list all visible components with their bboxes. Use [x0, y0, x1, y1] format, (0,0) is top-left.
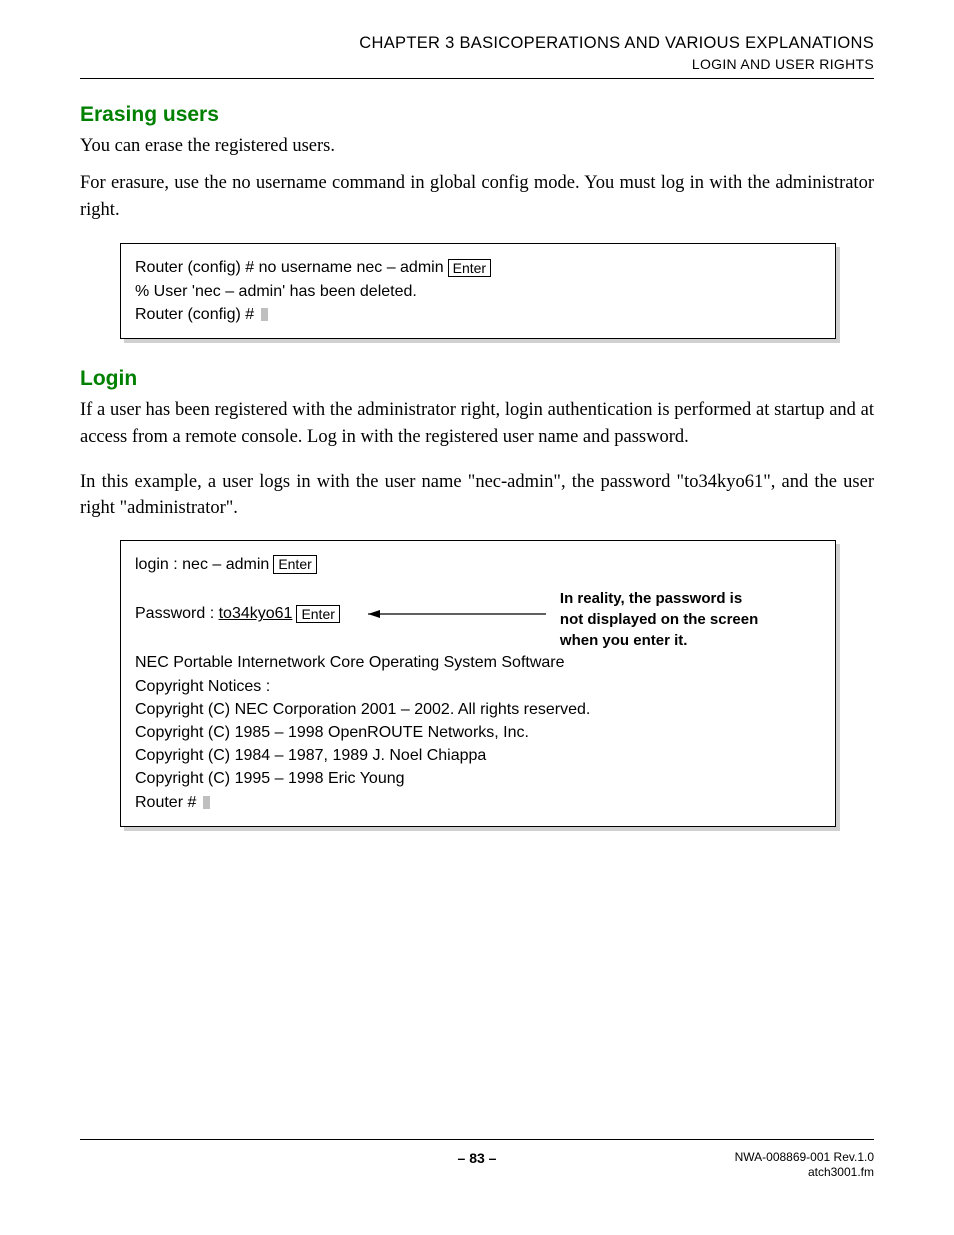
- para-erase-1: You can erase the registered users.: [80, 133, 874, 160]
- code-line: Copyright Notices :: [135, 675, 821, 698]
- annot-line: In reality, the password is: [560, 588, 758, 609]
- code-text: login : nec – admin: [135, 553, 269, 576]
- code-text: Password :: [135, 602, 219, 625]
- code-text: Copyright (C) 1984 – 1987, 1989 J. Noel …: [135, 744, 486, 767]
- section-label: LOGIN AND USER RIGHTS: [80, 56, 874, 72]
- page-number: – 83 –: [240, 1150, 714, 1181]
- codebox-content: Router (config) # no username nec – admi…: [120, 243, 836, 339]
- heading-erasing-users: Erasing users: [80, 103, 874, 127]
- code-line: NEC Portable Internetwork Core Operating…: [135, 651, 821, 674]
- annot-line: when you enter it.: [560, 630, 758, 651]
- code-text: NEC Portable Internetwork Core Operating…: [135, 651, 565, 674]
- footer-spacer: [80, 1150, 240, 1181]
- annotation-text: In reality, the password is not displaye…: [560, 588, 758, 651]
- code-line: Password : to34kyo61 Enter: [135, 602, 340, 625]
- cursor-icon: [203, 796, 210, 809]
- para-erase-2: For erasure, use the no username command…: [80, 170, 874, 224]
- doc-id: NWA-008869-001 Rev.1.0: [714, 1150, 874, 1166]
- password-value: to34kyo61: [219, 602, 293, 625]
- annotation-arrow-icon: [340, 607, 560, 621]
- codebox-content: login : nec – admin Enter Password : to3…: [120, 540, 836, 827]
- code-line-with-annotation: Password : to34kyo61 Enter In reality, t…: [135, 576, 821, 651]
- code-line: % User 'nec – admin' has been deleted.: [135, 280, 821, 303]
- page-container: CHAPTER 3 BASICOPERATIONS AND VARIOUS EX…: [0, 0, 954, 1235]
- code-line: Copyright (C) 1985 – 1998 OpenROUTE Netw…: [135, 721, 821, 744]
- para-login-1: If a user has been registered with the a…: [80, 397, 874, 451]
- code-line: Router (config) # no username nec – admi…: [135, 256, 821, 279]
- code-line: login : nec – admin Enter: [135, 553, 821, 576]
- code-text: Router (config) #: [135, 303, 259, 326]
- codebox-erase: Router (config) # no username nec – admi…: [120, 243, 836, 339]
- code-line: Copyright (C) 1995 – 1998 Eric Young: [135, 767, 821, 790]
- heading-login: Login: [80, 367, 874, 391]
- footer-meta: NWA-008869-001 Rev.1.0 atch3001.fm: [714, 1150, 874, 1181]
- page-header: CHAPTER 3 BASICOPERATIONS AND VARIOUS EX…: [80, 34, 874, 79]
- code-text: Router #: [135, 791, 201, 814]
- code-text: Copyright (C) 1985 – 1998 OpenROUTE Netw…: [135, 721, 529, 744]
- page-footer: – 83 – NWA-008869-001 Rev.1.0 atch3001.f…: [80, 1139, 874, 1181]
- code-line: Copyright (C) NEC Corporation 2001 – 200…: [135, 698, 821, 721]
- enter-key-icon: Enter: [296, 605, 339, 624]
- code-line: Router (config) #: [135, 303, 821, 326]
- annot-line: not displayed on the screen: [560, 609, 758, 630]
- code-line: Router #: [135, 791, 821, 814]
- code-text: Copyright Notices :: [135, 675, 270, 698]
- file-name: atch3001.fm: [714, 1165, 874, 1181]
- para-login-2: In this example, a user logs in with the…: [80, 469, 874, 523]
- codebox-login: login : nec – admin Enter Password : to3…: [120, 540, 836, 827]
- chapter-label: CHAPTER 3 BASICOPERATIONS AND VARIOUS EX…: [80, 34, 874, 53]
- code-text: % User 'nec – admin' has been deleted.: [135, 280, 417, 303]
- enter-key-icon: Enter: [273, 555, 316, 574]
- cursor-icon: [261, 308, 268, 321]
- code-text: Router (config) # no username nec – admi…: [135, 256, 444, 279]
- code-text: Copyright (C) NEC Corporation 2001 – 200…: [135, 698, 590, 721]
- code-text: Copyright (C) 1995 – 1998 Eric Young: [135, 767, 405, 790]
- enter-key-icon: Enter: [448, 259, 491, 278]
- code-line: Copyright (C) 1984 – 1987, 1989 J. Noel …: [135, 744, 821, 767]
